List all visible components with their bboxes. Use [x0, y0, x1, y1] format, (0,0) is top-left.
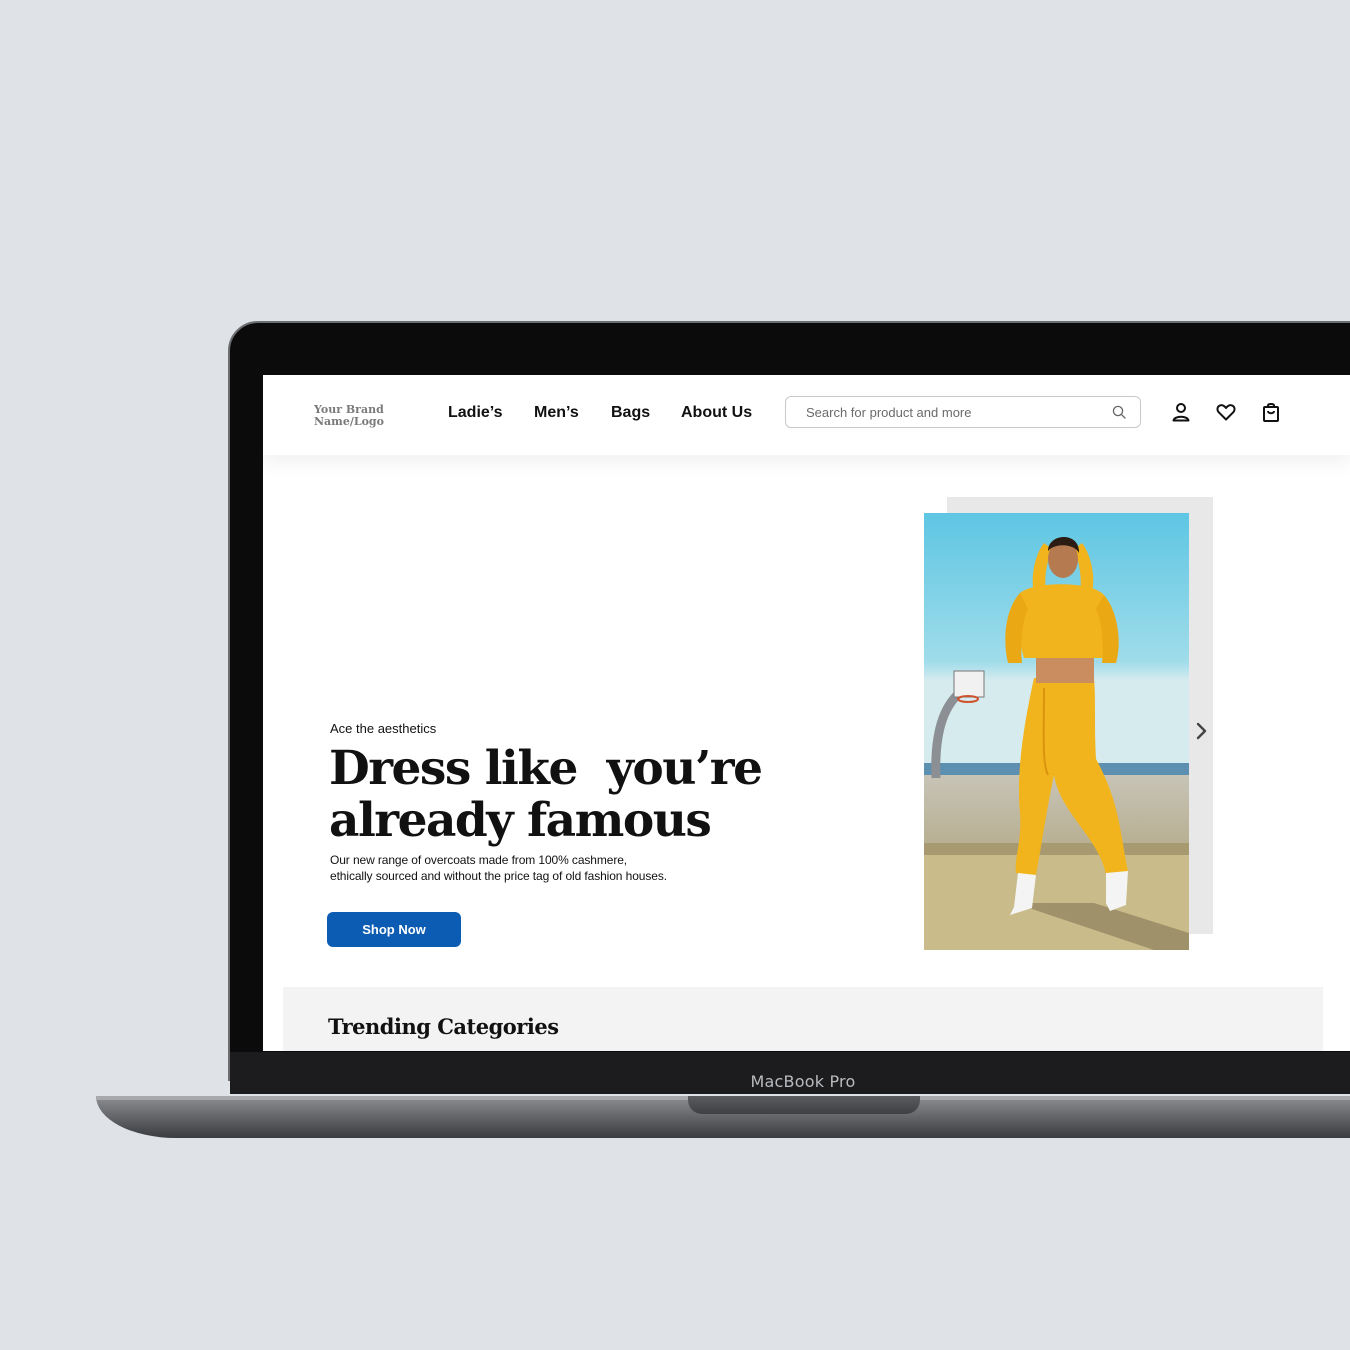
- nav-link-ladies[interactable]: Ladie’s: [448, 404, 503, 422]
- hero-title-line-1: Dress like you’re: [329, 741, 763, 796]
- nav-link-mens[interactable]: Men’s: [534, 404, 579, 422]
- hero-title: Dress like you’re already famous: [329, 743, 849, 847]
- logo-line-2: Name/Logo: [314, 415, 384, 428]
- search-box: [785, 396, 1141, 428]
- brand-logo[interactable]: Your Brand Name/Logo: [314, 404, 384, 428]
- website-screen: Your Brand Name/Logo Ladie’s Men’s Bags …: [263, 375, 1350, 1051]
- trending-categories-section: Trending Categories: [283, 987, 1323, 1051]
- shop-now-button[interactable]: Shop Now: [327, 912, 461, 947]
- trending-categories-title: Trending Categories: [328, 1014, 559, 1039]
- user-icon[interactable]: [1170, 401, 1192, 423]
- nav-link-bags[interactable]: Bags: [611, 404, 650, 422]
- hero-model-photo: [924, 513, 1189, 950]
- top-navigation: Your Brand Name/Logo Ladie’s Men’s Bags …: [263, 375, 1350, 455]
- carousel-next-chevron-icon[interactable]: [1192, 720, 1210, 742]
- search-input[interactable]: [806, 403, 1096, 421]
- mockup-stage: MacBook Pro Your Brand Name/Logo Ladie’s…: [0, 0, 1350, 1350]
- laptop-notch: [688, 1096, 920, 1114]
- heart-icon[interactable]: [1215, 401, 1237, 423]
- hero-eyebrow: Ace the aesthetics: [330, 721, 437, 736]
- search-icon[interactable]: [1112, 405, 1126, 424]
- shopping-bag-icon[interactable]: [1260, 401, 1282, 423]
- hero-description: Our new range of overcoats made from 100…: [330, 853, 667, 883]
- hero-title-line-2: already famous: [329, 793, 712, 848]
- nav-link-about-us[interactable]: About Us: [681, 404, 752, 422]
- laptop-model-label: MacBook Pro: [750, 1072, 856, 1091]
